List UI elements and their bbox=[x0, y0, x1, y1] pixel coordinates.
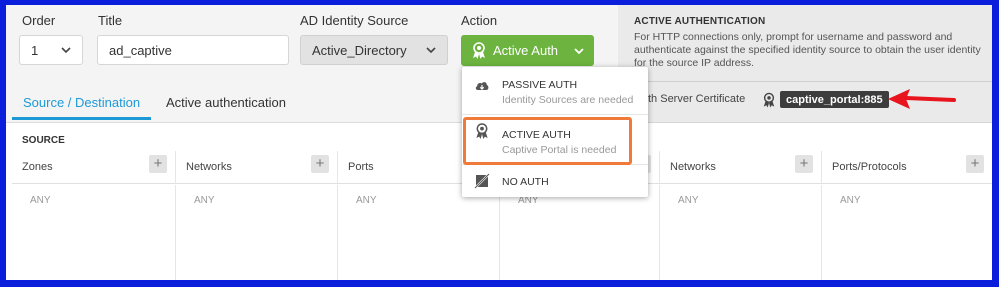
menu-item-subtitle: Identity Sources are needed bbox=[502, 94, 634, 106]
any-value: ANY bbox=[840, 195, 861, 206]
policy-editor: Order 1 Title ad_captive AD Identity Sou… bbox=[6, 5, 992, 280]
divider bbox=[634, 81, 992, 82]
order-label: Order bbox=[22, 13, 56, 28]
chevron-down-icon bbox=[574, 48, 584, 55]
highlight-box bbox=[463, 117, 632, 165]
column-body-ports: ANY bbox=[338, 185, 500, 280]
info-title: ACTIVE AUTHENTICATION bbox=[634, 16, 766, 27]
menu-item-label: PASSIVE AUTH bbox=[502, 79, 578, 91]
order-select[interactable]: 1 bbox=[19, 35, 83, 65]
certificate-icon bbox=[763, 92, 775, 108]
any-value: ANY bbox=[30, 195, 51, 206]
any-value: ANY bbox=[678, 195, 699, 206]
any-value: ANY bbox=[194, 195, 215, 206]
any-value: ANY bbox=[356, 195, 377, 206]
chevron-down-icon bbox=[426, 47, 436, 54]
ad-source-value: Active_Directory bbox=[312, 42, 407, 58]
column-body-dest-zones: ANY bbox=[500, 185, 660, 280]
order-value: 1 bbox=[31, 42, 39, 58]
no-auth-icon bbox=[474, 173, 490, 189]
badge-icon bbox=[473, 42, 485, 59]
column-header-label: Ports/Protocols bbox=[832, 161, 907, 173]
column-header-label: Zones bbox=[22, 161, 53, 173]
action-value: Active Auth bbox=[493, 43, 559, 58]
add-dest-network-button[interactable]: + bbox=[795, 155, 813, 173]
title-input[interactable]: ad_captive bbox=[97, 35, 289, 65]
title-value: ad_captive bbox=[109, 42, 172, 58]
add-ports-protocols-button[interactable]: + bbox=[966, 155, 984, 173]
add-network-button[interactable]: + bbox=[311, 155, 329, 173]
certificate-badge[interactable]: captive_portal:885 bbox=[780, 91, 889, 108]
column-body-zones: ANY bbox=[12, 185, 176, 280]
column-body-dest-networks: ANY bbox=[660, 185, 822, 280]
column-body-networks: ANY bbox=[176, 185, 338, 280]
column-header-ports-protocols: Ports/Protocols + bbox=[822, 151, 992, 184]
menu-item-passive-auth[interactable]: PASSIVE AUTH Identity Sources are needed bbox=[462, 67, 648, 113]
add-zone-button[interactable]: + bbox=[149, 155, 167, 173]
menu-item-label: NO AUTH bbox=[502, 176, 549, 188]
certificate-value: captive_portal:885 bbox=[786, 93, 883, 106]
column-header-networks: Networks + bbox=[176, 151, 338, 184]
action-dropdown-button[interactable]: Active Auth bbox=[461, 35, 594, 66]
column-header-zones: Zones + bbox=[12, 151, 176, 184]
column-header-label: Ports bbox=[348, 161, 374, 173]
tab-active-authentication[interactable]: Active authentication bbox=[166, 95, 286, 110]
column-body-ports-protocols: ANY bbox=[822, 185, 992, 280]
action-label: Action bbox=[461, 13, 498, 28]
column-header-dest-networks: Networks + bbox=[660, 151, 822, 184]
tab-source-destination[interactable]: Source / Destination bbox=[23, 95, 140, 110]
ad-source-label: AD Identity Source bbox=[300, 13, 409, 28]
annotation-arrow-icon bbox=[888, 89, 956, 109]
server-certificate-label: th Server Certificate bbox=[648, 93, 746, 105]
column-header-label: Networks bbox=[186, 161, 232, 173]
menu-item-no-auth[interactable]: NO AUTH bbox=[462, 165, 648, 197]
cloud-icon bbox=[475, 82, 489, 90]
info-description: For HTTP connections only, prompt for us… bbox=[634, 31, 981, 69]
ad-source-select[interactable]: Active_Directory bbox=[300, 35, 448, 65]
title-label: Title bbox=[98, 13, 123, 28]
active-tab-indicator bbox=[12, 117, 151, 120]
source-section-title: SOURCE bbox=[22, 135, 65, 146]
chevron-down-icon bbox=[61, 47, 71, 54]
column-header-label: Networks bbox=[670, 161, 716, 173]
